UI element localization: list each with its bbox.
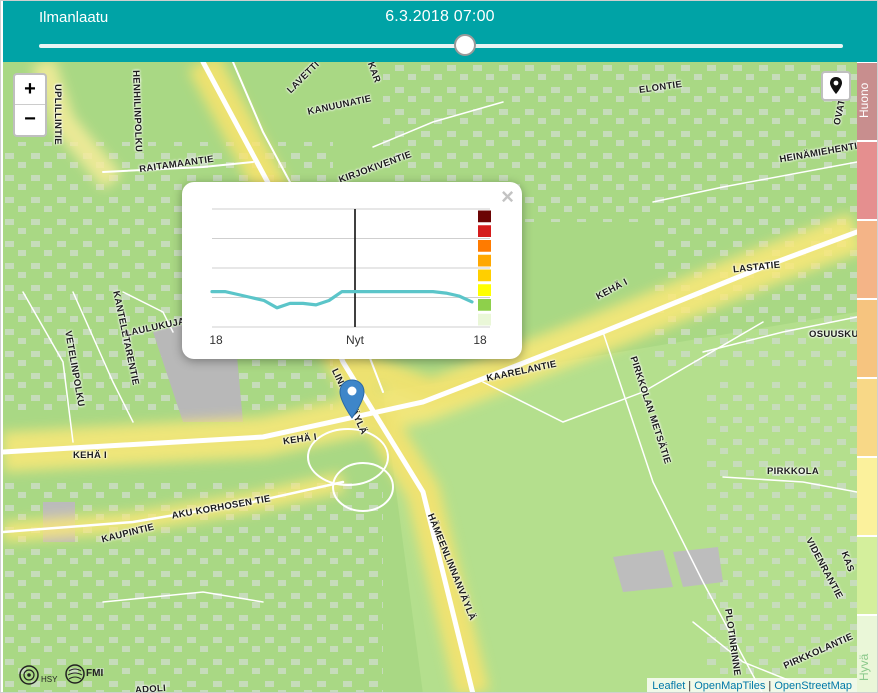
openstreetmap-link[interactable]: OpenStreetMap [774, 680, 852, 692]
zoom-in-button[interactable]: + [15, 75, 45, 105]
street-label: UPLILLINTIE [52, 84, 63, 145]
chart-series-line [210, 290, 474, 310]
air-quality-app: Ilmanlaatu 6.3.2018 07:00 UPLILLINTIE HE… [0, 0, 878, 693]
chart-x-tick-label: 18 [209, 333, 223, 347]
location-marker[interactable] [339, 379, 365, 424]
street-label: ADOLI [134, 682, 167, 693]
map-pin-icon [339, 379, 365, 419]
leaflet-link[interactable]: Leaflet [652, 680, 685, 692]
chart-color-scale-square [478, 284, 491, 296]
legend-band [857, 300, 877, 377]
legend-bottom-label: Hyvä [857, 653, 871, 681]
header-bar: Ilmanlaatu 6.3.2018 07:00 [3, 1, 877, 62]
air-quality-chart: 18 Nyt 18 [209, 208, 491, 347]
openmaptiles-link[interactable]: OpenMapTiles [694, 680, 765, 692]
legend-band [857, 221, 877, 298]
legend-band [857, 142, 877, 219]
zoom-control: + − [13, 73, 47, 137]
location-pin-icon [830, 77, 842, 94]
locate-button[interactable] [821, 71, 851, 101]
air-quality-map[interactable]: UPLILLINTIE HENHILINPOLKU RAITAMAANTIE L… [3, 62, 857, 693]
street-label: PIRKKOLA [767, 466, 820, 477]
chart-color-scale-square [478, 269, 491, 282]
street-label: KEHÄ I [73, 450, 107, 461]
fmi-logo-text: FMI [86, 668, 104, 679]
legend-band [857, 537, 877, 614]
time-slider-track[interactable] [39, 44, 843, 48]
street-label: OSUUSKU [809, 329, 857, 340]
air-quality-legend: Huono Hyvä [857, 62, 877, 692]
time-slider-handle[interactable] [454, 34, 477, 56]
map-attribution: Leaflet | OpenMapTiles | OpenStreetMap [647, 678, 857, 692]
chart-color-scale-square [478, 210, 491, 223]
hsy-logo-text: HSY [41, 675, 58, 684]
chart-color-scale-square [478, 240, 491, 252]
fmi-logo-icon [65, 664, 85, 684]
legend-band [857, 379, 877, 456]
legend-top-label: Huono [857, 82, 871, 118]
chart-x-tick-label: Nyt [346, 333, 365, 347]
chart-color-scale-square [478, 225, 491, 237]
close-popup-button[interactable]: × [501, 184, 514, 210]
chart-color-scale-square [478, 313, 491, 326]
partner-logos: HSY FMI [17, 663, 127, 687]
air-quality-popup: 18 Nyt 18 × [182, 182, 522, 359]
attribution-separator: | [685, 680, 695, 692]
chart-x-tick-label: 18 [473, 333, 487, 347]
legend-band [857, 458, 877, 535]
zoom-out-button[interactable]: − [15, 105, 45, 134]
chart-color-scale-square [478, 254, 491, 267]
timestamp-display: 6.3.2018 07:00 [385, 8, 495, 25]
hsy-fmi-logo [19, 664, 85, 685]
chart-color-scale-square [478, 299, 491, 311]
attribution-separator: | [765, 680, 775, 692]
